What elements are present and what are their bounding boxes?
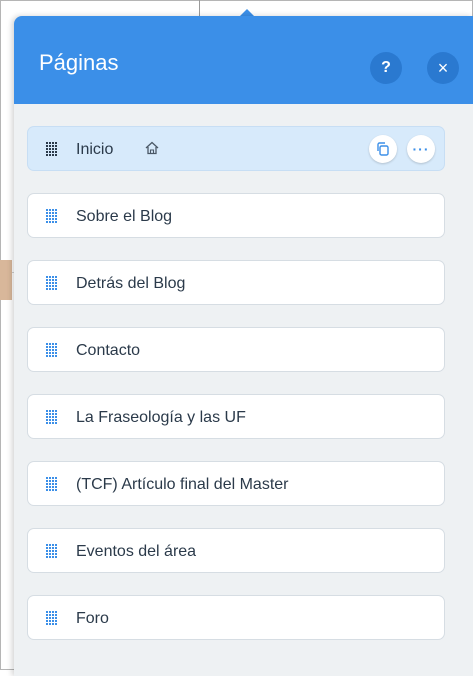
page-item-detras-del-blog[interactable]: Detrás del Blog <box>27 260 445 305</box>
drag-handle-icon[interactable] <box>46 544 58 558</box>
page-item-label: Eventos del área <box>76 543 197 560</box>
drag-handle-icon[interactable] <box>46 611 58 625</box>
page-item-articulo-final[interactable]: (TCF) Artículo final del Master <box>27 461 445 506</box>
duplicate-icon <box>377 142 389 156</box>
duplicate-page-button[interactable] <box>369 135 397 163</box>
page-item-label: Inicio <box>76 141 114 158</box>
home-icon <box>145 141 159 155</box>
drag-handle-icon[interactable] <box>46 410 58 424</box>
page-item-fraseologia[interactable]: La Fraseología y las UF <box>27 394 445 439</box>
page-item-label: Sobre el Blog <box>76 208 173 225</box>
help-icon: ? <box>381 59 391 76</box>
page-item-contacto[interactable]: Contacto <box>27 327 445 372</box>
panel-header: Páginas ? × <box>14 16 473 104</box>
page-item-sobre-el-blog[interactable]: Sobre el Blog <box>27 193 445 238</box>
page-item-label: Contacto <box>76 342 141 359</box>
close-icon: × <box>437 57 449 78</box>
drag-handle-icon[interactable] <box>46 343 58 357</box>
drag-handle-icon[interactable] <box>46 209 58 223</box>
page-item-inicio[interactable]: Inicio ··· <box>27 126 445 171</box>
background-image-edge <box>0 260 12 300</box>
page-item-label: La Fraseología y las UF <box>76 409 246 426</box>
drag-handle-icon[interactable] <box>46 477 58 491</box>
page-item-label: Detrás del Blog <box>76 275 186 292</box>
page-item-eventos[interactable]: Eventos del área <box>27 528 445 573</box>
page-item-label: (TCF) Artículo final del Master <box>76 476 289 493</box>
page-item-label: Foro <box>76 610 109 627</box>
drag-handle-icon[interactable] <box>46 142 58 156</box>
page-item-foro[interactable]: Foro <box>27 595 445 640</box>
drag-handle-icon[interactable] <box>46 276 58 290</box>
help-button[interactable]: ? <box>370 52 402 84</box>
close-button[interactable]: × <box>427 52 459 84</box>
more-icon: ··· <box>412 141 430 157</box>
more-actions-button[interactable]: ··· <box>407 135 435 163</box>
panel-title: Páginas <box>39 50 119 75</box>
